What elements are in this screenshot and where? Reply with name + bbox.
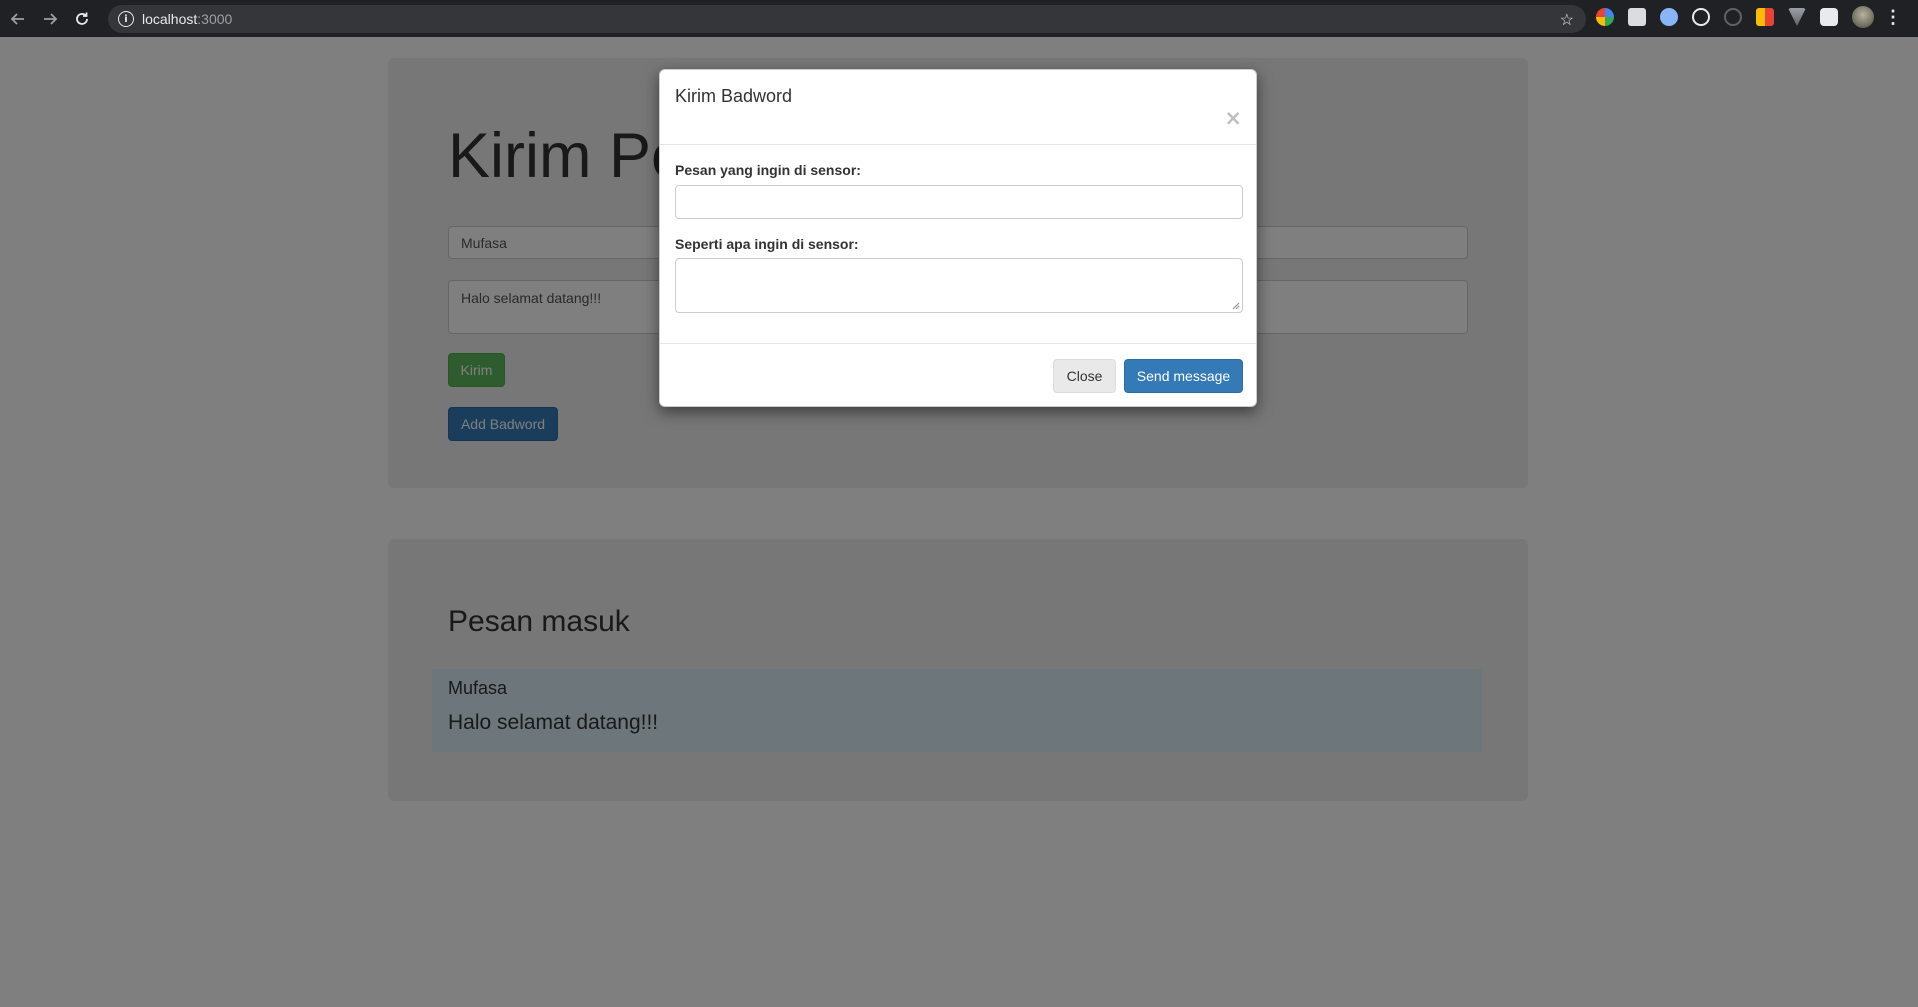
extension-google-icon[interactable]	[1596, 8, 1614, 26]
forward-icon[interactable]	[36, 5, 64, 33]
badword-modal: Kirim Badword × Pesan yang ingin di sens…	[659, 69, 1257, 407]
close-icon[interactable]: ×	[1224, 108, 1242, 129]
extensions-puzzle-icon[interactable]	[1820, 8, 1838, 26]
censor-text-input[interactable]	[675, 185, 1243, 219]
extension-document-icon[interactable]	[1628, 8, 1646, 26]
reload-icon[interactable]	[68, 5, 96, 33]
address-bar[interactable]: i localhost:3000 ☆	[108, 5, 1586, 33]
back-icon[interactable]	[4, 5, 32, 33]
send-message-button[interactable]: Send message	[1124, 359, 1243, 393]
modal-title: Kirim Badword	[675, 86, 793, 106]
censor-text-label: Pesan yang ingin di sensor:	[675, 162, 861, 178]
site-info-icon[interactable]: i	[118, 11, 134, 27]
censor-replacement-label: Seperti apa ingin di sensor:	[675, 236, 859, 252]
censor-replacement-textarea[interactable]	[675, 258, 1243, 313]
modal-footer: Close Send message	[660, 343, 1256, 407]
extension-circle-icon[interactable]	[1660, 8, 1678, 26]
modal-header: Kirim Badword ×	[660, 70, 1256, 145]
browser-toolbar: i localhost:3000 ☆ ⋮	[0, 0, 1918, 37]
extension-vue-icon[interactable]	[1788, 8, 1806, 26]
profile-avatar[interactable]	[1852, 6, 1874, 28]
url-host: localhost	[142, 11, 198, 27]
resize-grip-icon[interactable]	[1232, 302, 1240, 310]
extension-shield-icon[interactable]	[1756, 8, 1774, 26]
extension-react-icon[interactable]	[1692, 8, 1710, 26]
extensions-tray: ⋮	[1596, 6, 1902, 28]
close-button[interactable]: Close	[1053, 359, 1116, 393]
url-port: :3000	[197, 11, 233, 27]
browser-menu-icon[interactable]: ⋮	[1884, 8, 1902, 26]
extension-ring-icon[interactable]	[1724, 8, 1742, 26]
bookmark-star-icon[interactable]: ☆	[1560, 10, 1574, 30]
